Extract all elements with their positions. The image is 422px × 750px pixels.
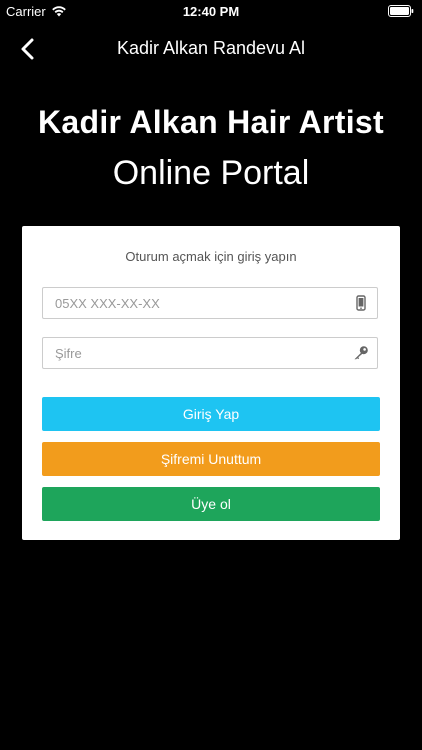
phone-input[interactable] (43, 288, 345, 318)
phone-field (42, 287, 378, 319)
password-input[interactable] (43, 338, 345, 368)
signup-button[interactable]: Üye ol (42, 487, 380, 521)
navigation-bar: Kadir Alkan Randevu Al (0, 24, 422, 74)
nav-title: Kadir Alkan Randevu Al (116, 38, 306, 58)
password-field (42, 337, 378, 369)
forgot-password-button[interactable]: Şifremi Unuttum (42, 442, 380, 476)
status-bar: Carrier 12:40 PM (0, 0, 422, 24)
key-icon (354, 346, 368, 360)
battery-icon (388, 5, 414, 17)
status-clock: 12:40 PM (182, 4, 240, 19)
login-button[interactable]: Giriş Yap (42, 397, 380, 431)
login-card: Oturum açmak için giriş yapın Giriş Yap … (22, 226, 400, 540)
mobile-phone-icon (356, 295, 366, 311)
brand-title: Kadir Alkan Hair Artist (38, 104, 384, 140)
brand-subtitle: Online Portal (112, 154, 310, 192)
login-hint: Oturum açmak için giriş yapın (125, 249, 297, 264)
